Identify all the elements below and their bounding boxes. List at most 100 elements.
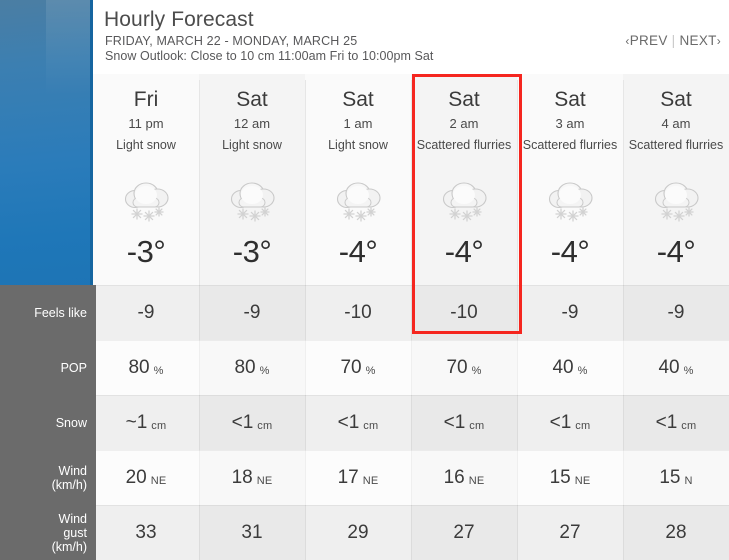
wind-cell: 15 NE: [517, 450, 623, 505]
snow-cell: <1 cm: [517, 395, 623, 450]
feels-like-value: -9: [137, 301, 155, 323]
forecast-panel: Hourly Forecast FRIDAY, MARCH 22 - MONDA…: [93, 0, 729, 560]
pop-cell: 40%: [517, 340, 623, 395]
wind-direction: NE: [574, 474, 591, 487]
forecast-column[interactable]: Fri 11 pm Light snow -3° -9 80% ~1 cm 20 NE 33: [93, 74, 199, 560]
cloud-snow-icon-svg: [124, 182, 169, 222]
feels-like-value: -9: [243, 301, 261, 323]
column-time: 3 am: [555, 116, 585, 131]
wind-gust-cell: 33: [93, 505, 199, 560]
snow-cell: <1 cm: [305, 395, 411, 450]
snow-unit: cm: [681, 419, 697, 432]
wind-value: 16: [443, 466, 465, 488]
wind-cell: 15 N: [623, 450, 729, 505]
column-time: 4 am: [661, 116, 691, 131]
forecast-column[interactable]: Sat 2 am Scattered flurries -4° -10 70% <1 cm 16…: [411, 74, 517, 560]
feels-like-cell: -9: [623, 285, 729, 340]
feels-like-cell: -10: [411, 285, 517, 340]
snow-outlook: Snow Outlook: Close to 10 cm 11:00am Fri…: [105, 49, 434, 63]
forecast-summary-cell: Sat 1 am Light snow -4°: [305, 74, 411, 285]
column-day: Fri: [133, 88, 159, 111]
date-range: FRIDAY, MARCH 22 - MONDAY, MARCH 25: [105, 34, 358, 48]
pop-value: 40: [658, 356, 680, 378]
wind-direction: N: [684, 474, 693, 487]
cloud-snow-icon: [93, 170, 199, 232]
column-condition: Scattered flurries: [522, 138, 618, 152]
pop-cell: 40%: [623, 340, 729, 395]
column-day: Sat: [236, 88, 268, 111]
cloud-snow-icon-svg: [336, 182, 381, 222]
row-label-snow: Snow: [55, 415, 87, 430]
pop-value: 70: [446, 356, 468, 378]
pop-cell: 80%: [199, 340, 305, 395]
forecast-summary-cell: Sat 12 am Light snow -3°: [199, 74, 305, 285]
cloud-snow-icon-svg: [548, 182, 593, 222]
pop-unit: %: [153, 364, 164, 377]
wind-cell: 16 NE: [411, 450, 517, 505]
wind-gust-cell: 27: [517, 505, 623, 560]
pop-cell: 70%: [305, 340, 411, 395]
snow-value: <1: [231, 411, 254, 433]
forecast-column[interactable]: Sat 1 am Light snow -4° -10 70% <1 cm 17 NE 29: [305, 74, 411, 560]
cloud-snow-icon-svg: [230, 182, 275, 222]
wind-value: 15: [549, 466, 571, 488]
column-condition: Scattered flurries: [628, 138, 724, 152]
feels-like-cell: -9: [199, 285, 305, 340]
wind-value: 17: [337, 466, 359, 488]
wind-value: 15: [659, 466, 681, 488]
column-condition: Light snow: [116, 138, 176, 152]
pop-unit: %: [259, 364, 270, 377]
feels-like-cell: -9: [517, 285, 623, 340]
snow-value: <1: [337, 411, 360, 433]
wind-value: 18: [231, 466, 253, 488]
wind-gust-cell: 27: [411, 505, 517, 560]
wind-gust-value: 29: [347, 521, 369, 543]
snow-cell: <1 cm: [199, 395, 305, 450]
cloud-snow-icon: [517, 170, 623, 232]
wind-cell: 18 NE: [199, 450, 305, 505]
pop-cell: 70%: [411, 340, 517, 395]
prev-button[interactable]: ‹PREV: [625, 33, 667, 48]
pop-unit: %: [577, 364, 588, 377]
pop-unit: %: [471, 364, 482, 377]
row-label-wind: Wind (km/h): [51, 463, 87, 492]
feels-like-cell: -9: [93, 285, 199, 340]
column-temperature: -3°: [126, 234, 166, 269]
snow-cell: ~1 cm: [93, 395, 199, 450]
pop-unit: %: [365, 364, 376, 377]
feels-like-value: -9: [561, 301, 579, 323]
wind-direction: NE: [362, 474, 379, 487]
forecast-column[interactable]: Sat 12 am Light snow -3° -9 80% <1 cm 18 NE 31: [199, 74, 305, 560]
column-temperature: -4°: [550, 234, 590, 269]
column-day: Sat: [342, 88, 374, 111]
forecast-summary-cell: Sat 3 am Scattered flurries -4°: [517, 74, 623, 285]
forecast-grid: Fri 11 pm Light snow -3° -9 80% ~1 cm 20 NE 33 Sat 1…: [93, 74, 729, 560]
next-label: NEXT: [679, 33, 717, 48]
column-condition: Light snow: [222, 138, 282, 152]
column-day: Sat: [660, 88, 692, 111]
wind-gust-value: 33: [135, 521, 157, 543]
forecast-header: Hourly Forecast FRIDAY, MARCH 22 - MONDA…: [93, 0, 729, 74]
snow-value: <1: [443, 411, 466, 433]
pop-unit: %: [683, 364, 694, 377]
hourly-forecast-page: Hourly Forecast FRIDAY, MARCH 22 - MONDA…: [0, 0, 729, 560]
column-time: 12 am: [233, 116, 271, 131]
cloud-snow-icon: [199, 170, 305, 232]
snow-value: ~1: [125, 411, 148, 433]
wind-direction: NE: [256, 474, 273, 487]
wind-gust-cell: 31: [199, 505, 305, 560]
snow-unit: cm: [469, 419, 485, 432]
forecast-column[interactable]: Sat 3 am Scattered flurries -4° -9 40% <1 cm 15 N…: [517, 74, 623, 560]
wind-gust-cell: 28: [623, 505, 729, 560]
nav-divider: |: [671, 33, 676, 48]
row-label-wind-gust: Wind gust (km/h): [51, 511, 87, 554]
snow-value: <1: [549, 411, 572, 433]
forecast-column[interactable]: Sat 4 am Scattered flurries -4° -9 40% <1 cm 15 N…: [623, 74, 729, 560]
wind-cell: 17 NE: [305, 450, 411, 505]
chevron-right-icon: ›: [716, 34, 721, 48]
column-time: 1 am: [343, 116, 373, 131]
pagination-nav: ‹PREV | NEXT›: [625, 33, 721, 48]
snow-unit: cm: [575, 419, 591, 432]
next-button[interactable]: NEXT›: [679, 33, 721, 48]
wind-direction: NE: [150, 474, 167, 487]
